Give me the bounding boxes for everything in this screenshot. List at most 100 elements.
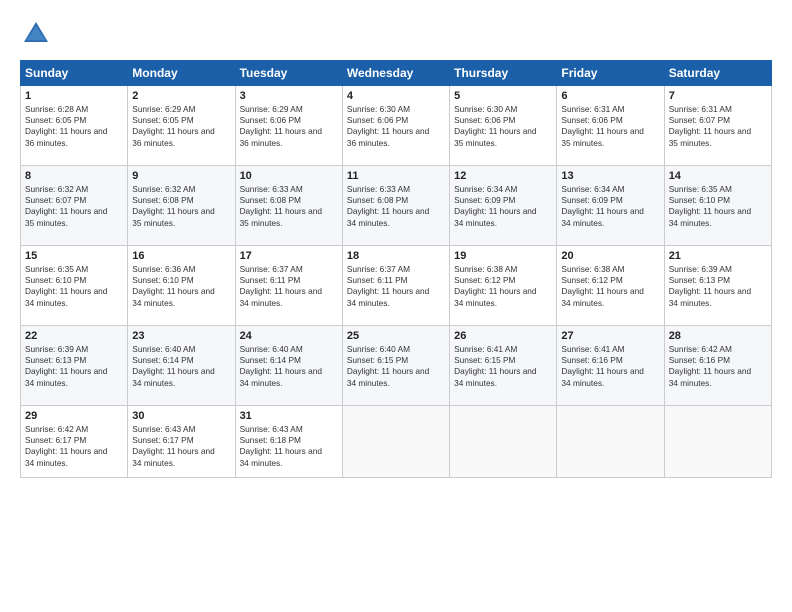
calendar-header-thursday: Thursday — [450, 61, 557, 86]
day-number: 13 — [561, 170, 659, 182]
calendar-cell: 29 Sunrise: 6:42 AMSunset: 6:17 PMDayligh… — [21, 406, 128, 478]
calendar-table: SundayMondayTuesdayWednesdayThursdayFrid… — [20, 60, 772, 478]
day-info: Sunrise: 6:35 AMSunset: 6:10 PMDaylight:… — [25, 264, 123, 309]
day-info: Sunrise: 6:37 AMSunset: 6:11 PMDaylight:… — [347, 264, 445, 309]
day-info: Sunrise: 6:30 AMSunset: 6:06 PMDaylight:… — [454, 104, 552, 149]
day-info: Sunrise: 6:40 AMSunset: 6:14 PMDaylight:… — [132, 344, 230, 389]
day-info: Sunrise: 6:40 AMSunset: 6:14 PMDaylight:… — [240, 344, 338, 389]
day-number: 16 — [132, 250, 230, 262]
calendar-header-tuesday: Tuesday — [235, 61, 342, 86]
day-info: Sunrise: 6:29 AMSunset: 6:06 PMDaylight:… — [240, 104, 338, 149]
calendar-cell — [557, 406, 664, 478]
day-info: Sunrise: 6:28 AMSunset: 6:05 PMDaylight:… — [25, 104, 123, 149]
day-number: 21 — [669, 250, 767, 262]
calendar-cell: 22 Sunrise: 6:39 AMSunset: 6:13 PMDayligh… — [21, 326, 128, 406]
day-info: Sunrise: 6:36 AMSunset: 6:10 PMDaylight:… — [132, 264, 230, 309]
calendar-cell: 16 Sunrise: 6:36 AMSunset: 6:10 PMDayligh… — [128, 246, 235, 326]
day-number: 19 — [454, 250, 552, 262]
calendar-cell: 23 Sunrise: 6:40 AMSunset: 6:14 PMDayligh… — [128, 326, 235, 406]
day-info: Sunrise: 6:42 AMSunset: 6:17 PMDaylight:… — [25, 424, 123, 469]
day-info: Sunrise: 6:38 AMSunset: 6:12 PMDaylight:… — [561, 264, 659, 309]
day-number: 23 — [132, 330, 230, 342]
day-number: 30 — [132, 410, 230, 422]
day-number: 18 — [347, 250, 445, 262]
day-info: Sunrise: 6:43 AMSunset: 6:17 PMDaylight:… — [132, 424, 230, 469]
day-info: Sunrise: 6:39 AMSunset: 6:13 PMDaylight:… — [669, 264, 767, 309]
calendar-week-row: 8 Sunrise: 6:32 AMSunset: 6:07 PMDaylight… — [21, 166, 772, 246]
header — [20, 18, 772, 50]
calendar-cell: 11 Sunrise: 6:33 AMSunset: 6:08 PMDayligh… — [342, 166, 449, 246]
calendar-cell: 13 Sunrise: 6:34 AMSunset: 6:09 PMDayligh… — [557, 166, 664, 246]
day-info: Sunrise: 6:40 AMSunset: 6:15 PMDaylight:… — [347, 344, 445, 389]
day-info: Sunrise: 6:38 AMSunset: 6:12 PMDaylight:… — [454, 264, 552, 309]
calendar-header-row: SundayMondayTuesdayWednesdayThursdayFrid… — [21, 61, 772, 86]
day-number: 28 — [669, 330, 767, 342]
calendar-week-row: 1 Sunrise: 6:28 AMSunset: 6:05 PMDaylight… — [21, 86, 772, 166]
calendar-cell: 4 Sunrise: 6:30 AMSunset: 6:06 PMDaylight… — [342, 86, 449, 166]
calendar-header-sunday: Sunday — [21, 61, 128, 86]
calendar-cell — [342, 406, 449, 478]
day-info: Sunrise: 6:33 AMSunset: 6:08 PMDaylight:… — [347, 184, 445, 229]
calendar-cell: 27Sunrise: 6:41 AMSunset: 6:16 PMDayligh… — [557, 326, 664, 406]
calendar-cell: 30 Sunrise: 6:43 AMSunset: 6:17 PMDayligh… — [128, 406, 235, 478]
day-number: 11 — [347, 170, 445, 182]
day-number: 4 — [347, 90, 445, 102]
calendar-cell: 2 Sunrise: 6:29 AMSunset: 6:05 PMDaylight… — [128, 86, 235, 166]
day-info: Sunrise: 6:43 AMSunset: 6:18 PMDaylight:… — [240, 424, 338, 469]
day-number: 2 — [132, 90, 230, 102]
calendar-cell: 15Sunrise: 6:35 AMSunset: 6:10 PMDayligh… — [21, 246, 128, 326]
day-info: Sunrise: 6:32 AMSunset: 6:07 PMDaylight:… — [25, 184, 123, 229]
day-info: Sunrise: 6:37 AMSunset: 6:11 PMDaylight:… — [240, 264, 338, 309]
calendar-week-row: 15Sunrise: 6:35 AMSunset: 6:10 PMDayligh… — [21, 246, 772, 326]
day-info: Sunrise: 6:34 AMSunset: 6:09 PMDaylight:… — [561, 184, 659, 229]
day-info: Sunrise: 6:32 AMSunset: 6:08 PMDaylight:… — [132, 184, 230, 229]
day-info: Sunrise: 6:41 AMSunset: 6:15 PMDaylight:… — [454, 344, 552, 389]
day-number: 26 — [454, 330, 552, 342]
calendar-week-row: 22 Sunrise: 6:39 AMSunset: 6:13 PMDayligh… — [21, 326, 772, 406]
day-number: 10 — [240, 170, 338, 182]
calendar-cell: 17 Sunrise: 6:37 AMSunset: 6:11 PMDayligh… — [235, 246, 342, 326]
day-info: Sunrise: 6:42 AMSunset: 6:16 PMDaylight:… — [669, 344, 767, 389]
day-number: 12 — [454, 170, 552, 182]
day-info: Sunrise: 6:34 AMSunset: 6:09 PMDaylight:… — [454, 184, 552, 229]
day-number: 14 — [669, 170, 767, 182]
day-info: Sunrise: 6:29 AMSunset: 6:05 PMDaylight:… — [132, 104, 230, 149]
calendar-cell: 19 Sunrise: 6:38 AMSunset: 6:12 PMDayligh… — [450, 246, 557, 326]
day-number: 8 — [25, 170, 123, 182]
day-info: Sunrise: 6:39 AMSunset: 6:13 PMDaylight:… — [25, 344, 123, 389]
day-number: 6 — [561, 90, 659, 102]
calendar-cell: 21 Sunrise: 6:39 AMSunset: 6:13 PMDayligh… — [664, 246, 771, 326]
day-number: 22 — [25, 330, 123, 342]
day-number: 17 — [240, 250, 338, 262]
day-number: 20 — [561, 250, 659, 262]
calendar-cell: 5 Sunrise: 6:30 AMSunset: 6:06 PMDaylight… — [450, 86, 557, 166]
day-info: Sunrise: 6:31 AMSunset: 6:07 PMDaylight:… — [669, 104, 767, 149]
calendar-cell: 28 Sunrise: 6:42 AMSunset: 6:16 PMDayligh… — [664, 326, 771, 406]
day-number: 1 — [25, 90, 123, 102]
calendar-cell: 3 Sunrise: 6:29 AMSunset: 6:06 PMDaylight… — [235, 86, 342, 166]
calendar-cell — [450, 406, 557, 478]
calendar-cell: 8 Sunrise: 6:32 AMSunset: 6:07 PMDaylight… — [21, 166, 128, 246]
day-number: 25 — [347, 330, 445, 342]
page: SundayMondayTuesdayWednesdayThursdayFrid… — [0, 0, 792, 612]
calendar-cell — [664, 406, 771, 478]
logo — [20, 18, 58, 50]
day-info: Sunrise: 6:30 AMSunset: 6:06 PMDaylight:… — [347, 104, 445, 149]
calendar-cell: 26 Sunrise: 6:41 AMSunset: 6:15 PMDayligh… — [450, 326, 557, 406]
calendar-cell: 7 Sunrise: 6:31 AMSunset: 6:07 PMDaylight… — [664, 86, 771, 166]
calendar-cell: 14Sunrise: 6:35 AMSunset: 6:10 PMDayligh… — [664, 166, 771, 246]
day-number: 7 — [669, 90, 767, 102]
calendar-cell: 10Sunrise: 6:33 AMSunset: 6:08 PMDayligh… — [235, 166, 342, 246]
day-number: 24 — [240, 330, 338, 342]
day-info: Sunrise: 6:41 AMSunset: 6:16 PMDaylight:… — [561, 344, 659, 389]
calendar-header-wednesday: Wednesday — [342, 61, 449, 86]
calendar-cell: 1 Sunrise: 6:28 AMSunset: 6:05 PMDaylight… — [21, 86, 128, 166]
calendar-header-friday: Friday — [557, 61, 664, 86]
calendar-cell: 6Sunrise: 6:31 AMSunset: 6:06 PMDaylight… — [557, 86, 664, 166]
logo-icon — [20, 18, 52, 50]
calendar-cell: 18 Sunrise: 6:37 AMSunset: 6:11 PMDayligh… — [342, 246, 449, 326]
day-number: 3 — [240, 90, 338, 102]
calendar-cell: 31Sunrise: 6:43 AMSunset: 6:18 PMDayligh… — [235, 406, 342, 478]
day-number: 29 — [25, 410, 123, 422]
day-number: 5 — [454, 90, 552, 102]
